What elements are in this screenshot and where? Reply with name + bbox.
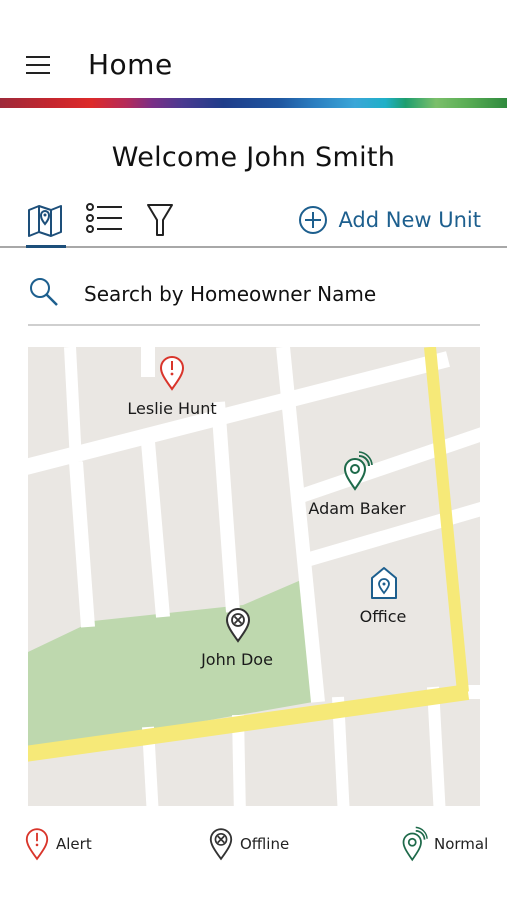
hamburger-menu-icon[interactable] <box>26 56 50 76</box>
normal-legend-icon <box>402 826 428 862</box>
legend-normal: Normal <box>400 822 488 866</box>
welcome-message: Welcome John Smith <box>111 142 396 173</box>
alert-legend-icon <box>25 828 49 861</box>
legend-normal-label: Normal <box>434 835 489 853</box>
brand-color-bar <box>0 98 507 108</box>
list-icon <box>86 203 122 233</box>
tab-list-view[interactable] <box>86 202 126 242</box>
offline-legend-icon <box>209 828 233 861</box>
legend-alert-label: Alert <box>56 835 92 853</box>
tab-filter[interactable] <box>146 202 186 242</box>
search-input[interactable] <box>82 278 466 310</box>
legend-alert: Alert <box>24 822 92 866</box>
pin-label-office: Office <box>359 607 407 626</box>
map-background <box>28 347 480 806</box>
map-view[interactable]: Leslie Hunt Adam Baker Office John Doe <box>28 347 480 806</box>
app-bar: Home <box>0 0 507 98</box>
filter-icon <box>147 204 173 236</box>
offline-pin-icon[interactable] <box>224 607 252 643</box>
add-new-unit-label: Add New Unit <box>338 208 481 232</box>
normal-pin-icon[interactable] <box>341 451 373 491</box>
map-icon <box>28 205 62 237</box>
add-new-unit-button[interactable]: Add New Unit <box>298 204 481 236</box>
search-bar <box>28 270 480 326</box>
legend-offline-label: Offline <box>240 835 290 853</box>
pin-label-adam-baker: Adam Baker <box>308 499 406 518</box>
search-icon <box>30 278 58 306</box>
add-circle-icon <box>299 206 328 234</box>
alert-pin-icon[interactable] <box>158 355 186 391</box>
page-title: Home <box>88 48 173 81</box>
pin-label-leslie-hunt: Leslie Hunt <box>127 399 217 418</box>
view-toolbar: Add New Unit <box>0 196 507 248</box>
office-pin-icon[interactable] <box>370 566 398 600</box>
pin-label-john-doe: John Doe <box>201 650 273 669</box>
legend-offline: Offline <box>208 822 289 866</box>
tab-map-view[interactable] <box>26 202 66 248</box>
